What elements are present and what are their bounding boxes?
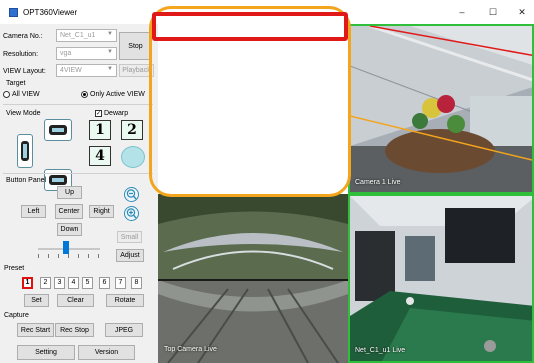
zoom-out-button[interactable] bbox=[124, 187, 139, 202]
view-mode-label: View Mode bbox=[6, 110, 41, 117]
camera-1-caption: Camera 1 Live bbox=[355, 179, 401, 186]
view-layout-label: VIEW Layout: bbox=[3, 68, 46, 75]
zoom-in-icon bbox=[126, 208, 137, 219]
highlight-red-box bbox=[152, 12, 348, 41]
slider-thumb[interactable] bbox=[63, 241, 69, 254]
divider bbox=[3, 104, 153, 105]
minimize-button[interactable]: – bbox=[455, 6, 469, 18]
zoom-in-button[interactable] bbox=[124, 206, 139, 221]
window-title: OPT360Viewer bbox=[23, 8, 78, 17]
chevron-down-icon: ▼ bbox=[107, 31, 113, 37]
maximize-button[interactable]: ☐ bbox=[486, 6, 500, 18]
dewarp-checkbox[interactable]: ✓ bbox=[95, 110, 102, 117]
pan-down-button[interactable]: Down bbox=[57, 223, 82, 236]
all-view-label: All VIEW bbox=[12, 91, 40, 98]
camera-select[interactable]: Net_C1_u1 ▼ bbox=[56, 29, 117, 42]
pan-right-button[interactable]: Right bbox=[89, 205, 114, 218]
layout-1-button[interactable]: 1 bbox=[89, 120, 111, 140]
view-pane-bottom-right[interactable]: Net_C1_u1 Live bbox=[348, 194, 534, 363]
camera-select-value: Net_C1_u1 bbox=[60, 32, 96, 39]
preset-8-button[interactable]: 8 bbox=[131, 277, 142, 289]
layout-2-button[interactable]: 2 bbox=[121, 120, 143, 140]
chevron-down-icon: ▼ bbox=[107, 66, 113, 72]
resolution-select[interactable]: vga ▼ bbox=[56, 47, 117, 60]
view-mode-portrait-button[interactable] bbox=[17, 134, 33, 168]
dewarp-label: Dewarp bbox=[104, 110, 129, 117]
preset-1-button[interactable]: 1 bbox=[22, 277, 33, 289]
preset-set-button[interactable]: Set bbox=[24, 294, 49, 307]
preset-clear-button[interactable]: Clear bbox=[57, 294, 94, 307]
camera-label: Camera No.: bbox=[3, 33, 43, 40]
small-button[interactable]: Small bbox=[117, 231, 142, 243]
preset-5-button[interactable]: 5 bbox=[82, 277, 93, 289]
top-camera-image bbox=[158, 194, 348, 363]
only-active-view-radio[interactable] bbox=[81, 91, 88, 98]
button-panel-label: Button Panel bbox=[6, 177, 47, 184]
view-layout-select[interactable]: 4VIEW ▼ bbox=[56, 64, 117, 77]
preset-2-button[interactable]: 2 bbox=[40, 277, 51, 289]
slider-ticks bbox=[38, 254, 100, 258]
net-camera-image bbox=[350, 196, 532, 361]
zoom-out-icon bbox=[126, 189, 137, 200]
fisheye-view-button[interactable] bbox=[121, 146, 145, 168]
control-panel: Camera No.: Net_C1_u1 ▼ Resolution: vga ▼ … bbox=[0, 24, 158, 363]
preset-7-button[interactable]: 7 bbox=[115, 277, 126, 289]
pan-up-button[interactable]: Up bbox=[57, 186, 82, 199]
resolution-select-value: vga bbox=[60, 50, 72, 57]
target-label: Target bbox=[6, 80, 26, 87]
pan-left-button[interactable]: Left bbox=[21, 205, 46, 218]
view-mode-panorama-button[interactable] bbox=[44, 119, 72, 141]
camera-1-image bbox=[350, 26, 532, 192]
rec-stop-button[interactable]: Rec Stop bbox=[55, 323, 94, 337]
stop-button[interactable]: Stop bbox=[119, 32, 152, 60]
layout-4-button[interactable]: 4 bbox=[89, 146, 111, 166]
capture-label: Capture bbox=[4, 312, 29, 319]
slider-track bbox=[38, 248, 100, 250]
view-pane-bottom-left[interactable]: Top Camera Live bbox=[158, 194, 348, 363]
adjust-button[interactable]: Adjust bbox=[116, 249, 144, 262]
only-active-view-label: Only Active VIEW bbox=[90, 91, 145, 98]
jpeg-button[interactable]: JPEG bbox=[105, 323, 143, 337]
preset-6-button[interactable]: 6 bbox=[99, 277, 110, 289]
app-icon bbox=[9, 8, 18, 17]
portrait-view-icon bbox=[21, 141, 29, 161]
view-layout-select-value: 4VIEW bbox=[60, 67, 82, 74]
zoom-slider[interactable] bbox=[38, 240, 100, 260]
rec-start-button[interactable]: Rec Start bbox=[17, 323, 54, 337]
close-button[interactable]: ✕ bbox=[515, 6, 529, 18]
net-camera-caption: Net_C1_u1 Live bbox=[355, 347, 406, 354]
panorama-view-icon bbox=[49, 125, 67, 135]
view-pane-top-right[interactable]: Camera 1 Live bbox=[348, 24, 534, 194]
resolution-label: Resolution: bbox=[3, 51, 39, 58]
preset-3-button[interactable]: 3 bbox=[54, 277, 65, 289]
preset-4-button[interactable]: 4 bbox=[68, 277, 79, 289]
divider bbox=[3, 173, 153, 174]
version-button[interactable]: Version bbox=[78, 345, 135, 360]
chevron-down-icon: ▼ bbox=[107, 49, 113, 55]
center-button[interactable]: Center bbox=[55, 204, 83, 219]
top-camera-caption: Top Camera Live bbox=[164, 346, 217, 353]
rotate-button[interactable]: Rotate bbox=[106, 294, 144, 307]
preset-label: Preset bbox=[4, 265, 25, 272]
setting-button[interactable]: Setting bbox=[17, 345, 75, 360]
all-view-radio[interactable] bbox=[3, 91, 10, 98]
